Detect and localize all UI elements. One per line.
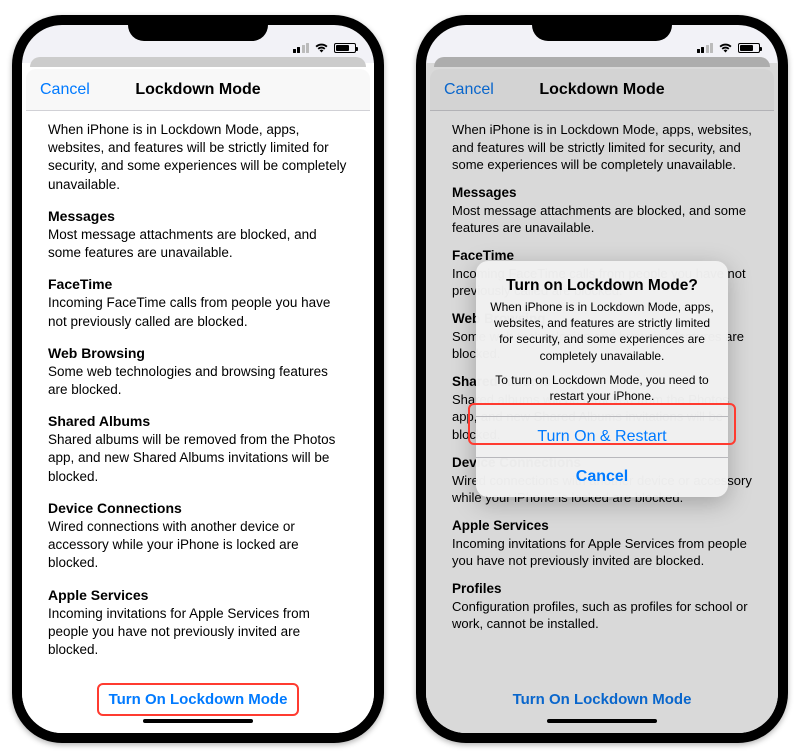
section-title: Apple Services xyxy=(48,587,348,603)
section-body: Incoming invitations for Apple Services … xyxy=(48,605,348,660)
battery-icon xyxy=(334,43,356,53)
alert-subtext: To turn on Lockdown Mode, you need to re… xyxy=(490,372,714,404)
section-albums: Shared Albums Shared albums will be remo… xyxy=(48,413,348,486)
home-indicator[interactable] xyxy=(143,719,253,723)
nav-bar: Cancel Lockdown Mode xyxy=(26,69,370,111)
footer: Turn On Lockdown Mode xyxy=(26,671,370,727)
alert-cancel-button[interactable]: Cancel xyxy=(476,457,728,497)
cancel-button[interactable]: Cancel xyxy=(40,81,90,99)
confirmation-alert: Turn on Lockdown Mode? When iPhone is in… xyxy=(476,261,728,497)
turn-on-and-restart-button[interactable]: Turn On & Restart xyxy=(476,417,728,457)
notch xyxy=(128,15,268,41)
alert-backdrop: Turn on Lockdown Mode? When iPhone is in… xyxy=(426,25,778,733)
screen-left: Cancel Lockdown Mode When iPhone is in L… xyxy=(22,25,374,733)
nav-title: Lockdown Mode xyxy=(135,81,260,99)
section-body: Most message attachments are blocked, an… xyxy=(48,226,348,262)
turn-on-lockdown-button[interactable]: Turn On Lockdown Mode xyxy=(97,683,300,716)
section-services: Apple Services Incoming invitations for … xyxy=(48,587,348,660)
section-device: Device Connections Wired connections wit… xyxy=(48,500,348,573)
section-title: Shared Albums xyxy=(48,413,348,429)
alert-title: Turn on Lockdown Mode? xyxy=(490,277,714,295)
wifi-icon xyxy=(314,42,329,54)
screen-right: Cancel Lockdown Mode When iPhone is in L… xyxy=(426,25,778,733)
section-body: Wired connections with another device or… xyxy=(48,518,348,573)
intro-text: When iPhone is in Lockdown Mode, apps, w… xyxy=(48,121,348,194)
section-web: Web Browsing Some web technologies and b… xyxy=(48,345,348,399)
scroll-content[interactable]: When iPhone is in Lockdown Mode, apps, w… xyxy=(26,111,370,671)
iphone-frame-right: Cancel Lockdown Mode When iPhone is in L… xyxy=(416,15,788,743)
section-body: Some web technologies and browsing featu… xyxy=(48,363,348,399)
section-messages: Messages Most message attachments are bl… xyxy=(48,208,348,262)
sheet-background-card xyxy=(30,57,366,67)
iphone-frame-left: Cancel Lockdown Mode When iPhone is in L… xyxy=(12,15,384,743)
section-facetime: FaceTime Incoming FaceTime calls from pe… xyxy=(48,276,348,330)
section-title: Web Browsing xyxy=(48,345,348,361)
cellular-signal-icon xyxy=(293,43,310,53)
section-title: FaceTime xyxy=(48,276,348,292)
section-title: Device Connections xyxy=(48,500,348,516)
sheet: Cancel Lockdown Mode When iPhone is in L… xyxy=(22,63,374,733)
section-title: Messages xyxy=(48,208,348,224)
section-body: Incoming FaceTime calls from people you … xyxy=(48,294,348,330)
section-body: Shared albums will be removed from the P… xyxy=(48,431,348,486)
alert-message: When iPhone is in Lockdown Mode, apps, w… xyxy=(490,299,714,364)
